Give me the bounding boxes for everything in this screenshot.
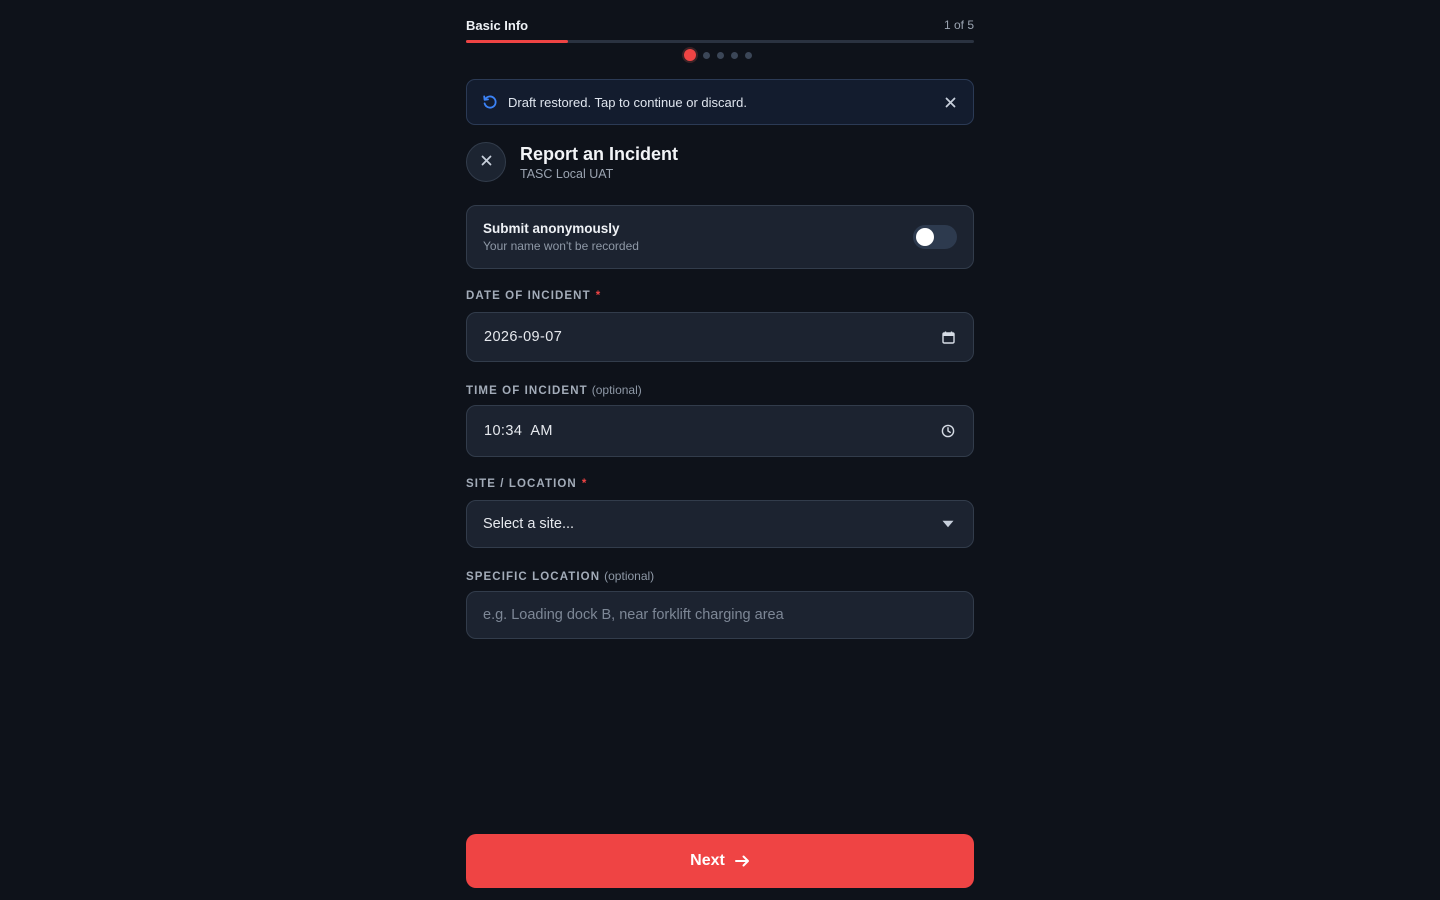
step-dot-5	[745, 51, 752, 59]
anonymous-card: Submit anonymously Your name won't be re…	[466, 205, 974, 269]
specific-location-input[interactable]: e.g. Loading dock B, near forklift charg…	[466, 591, 974, 639]
next-button[interactable]: Next	[466, 834, 974, 888]
required-mark: *	[581, 478, 588, 490]
page-header: Report an Incident TASC Local UAT	[466, 141, 974, 183]
specific-location-placeholder: e.g. Loading dock B, near forklift charg…	[483, 607, 784, 623]
site-select[interactable]: Select a site...	[466, 500, 974, 548]
calendar-icon[interactable]	[940, 329, 956, 345]
next-button-label: Next	[690, 852, 725, 869]
date-label-text: DATE OF INCIDENT	[466, 290, 591, 302]
page-title: Report an Incident	[520, 144, 679, 164]
step-dot-4	[731, 51, 738, 59]
close-icon[interactable]	[941, 93, 959, 111]
anonymous-text: Submit anonymously Your name won't be re…	[483, 221, 913, 253]
optional-text: (optional)	[591, 383, 642, 397]
time-input[interactable]: 10:34 AM	[466, 405, 974, 457]
caret-down-icon	[940, 516, 956, 532]
incident-report-page: Basic Info 1 of 5 Draft restored. Tap to…	[0, 0, 1440, 900]
date-label: DATE OF INCIDENT *	[466, 290, 601, 302]
progress-bar-fill	[466, 40, 568, 43]
step-dot-1	[684, 49, 696, 61]
arrow-right-icon	[734, 855, 750, 867]
progress-bar	[466, 40, 974, 43]
clock-icon[interactable]	[940, 423, 956, 439]
step-dot-2	[703, 51, 710, 59]
time-value: 10:34 AM	[484, 423, 553, 439]
step-counter: 1 of 5	[943, 18, 974, 32]
site-selected-value: Select a site...	[483, 516, 575, 532]
site-label-text: SITE / LOCATION	[466, 478, 577, 490]
banner-message: Draft restored. Tap to continue or disca…	[508, 94, 747, 110]
header-text: Report an Incident TASC Local UAT	[520, 143, 678, 181]
anonymous-toggle[interactable]	[913, 225, 957, 249]
restore-icon	[481, 93, 499, 111]
time-label: TIME OF INCIDENT (optional)	[466, 383, 642, 397]
close-icon	[481, 153, 492, 171]
toggle-knob	[916, 228, 934, 246]
specific-location-label-text: SPECIFIC LOCATION	[466, 571, 601, 583]
date-input[interactable]: 2026-09-07	[466, 312, 974, 362]
close-form-button[interactable]	[466, 142, 506, 182]
step-dot-3	[717, 51, 724, 59]
optional-text: (optional)	[604, 569, 655, 583]
progress-header: Basic Info 1 of 5	[466, 16, 974, 34]
anonymous-subtitle: Your name won't be recorded	[483, 239, 639, 253]
time-label-text: TIME OF INCIDENT	[466, 385, 588, 397]
step-dots	[684, 48, 752, 62]
page-subtitle: TASC Local UAT	[520, 167, 614, 181]
required-mark: *	[595, 290, 602, 302]
anonymous-title: Submit anonymously	[483, 221, 620, 236]
draft-restored-banner[interactable]: Draft restored. Tap to continue or disca…	[466, 79, 974, 125]
date-value: 2026-09-07	[484, 329, 563, 345]
step-title: Basic Info	[466, 17, 529, 33]
specific-location-label: SPECIFIC LOCATION (optional)	[466, 569, 654, 583]
site-label: SITE / LOCATION *	[466, 478, 587, 490]
